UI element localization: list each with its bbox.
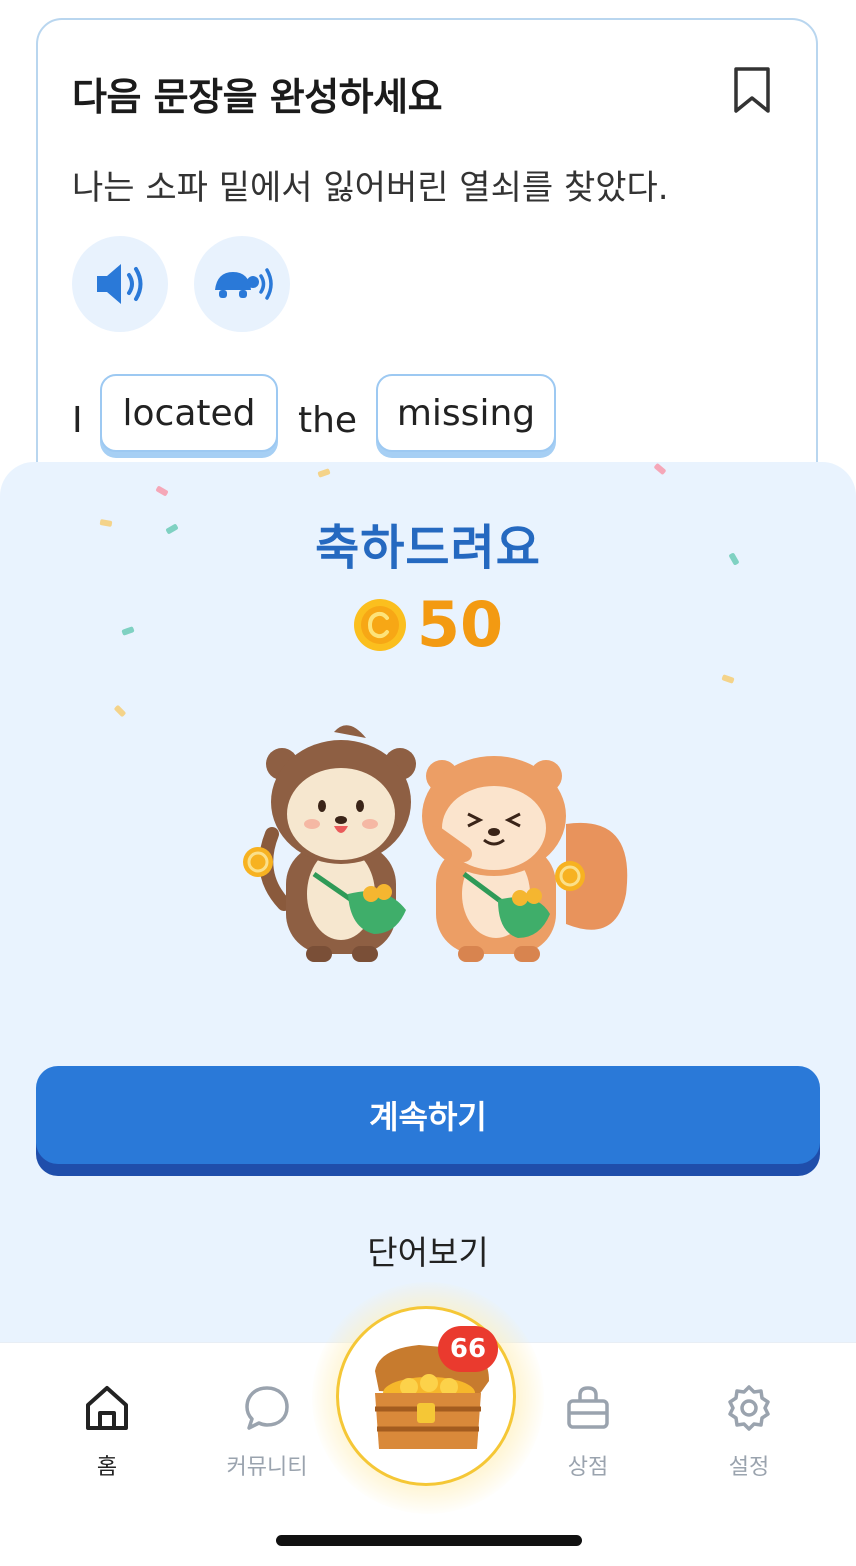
confetti: [721, 674, 735, 684]
nav-community[interactable]: 커뮤니티: [207, 1383, 327, 1481]
play-audio-button[interactable]: [72, 236, 168, 332]
congrats-title: 축하드려요: [315, 520, 541, 576]
turtle-speaker-icon: [215, 268, 273, 300]
word-chip[interactable]: missing: [376, 374, 556, 452]
reward-amount: 50: [416, 588, 504, 661]
question-card: 다음 문장을 완성하세요 나는 소파 밑에서 잃어버린 열쇠를 찾았다. I l…: [36, 18, 818, 538]
result-sheet: 축하드려요 50 계속하기 단어보기: [0, 462, 856, 1362]
chest-count-badge: 66: [438, 1326, 498, 1372]
nav-label: 상점: [567, 1455, 609, 1480]
mascot-characters-illustration: [243, 725, 628, 962]
nav-label: 커뮤니티: [226, 1455, 308, 1480]
bookmark-icon[interactable]: [732, 66, 772, 114]
speaker-icon: [97, 264, 143, 304]
play-slow-audio-button[interactable]: [194, 236, 290, 332]
nav-label: 설정: [728, 1455, 770, 1480]
confetti: [653, 462, 667, 476]
view-words-button[interactable]: 단어보기: [0, 1226, 856, 1274]
home-indicator: [276, 1535, 582, 1546]
confetti: [113, 704, 127, 718]
shopping-bag-icon: [567, 1386, 609, 1429]
nav-label: 홈: [96, 1455, 118, 1480]
confetti: [317, 468, 331, 478]
continue-button[interactable]: 계속하기: [36, 1066, 820, 1164]
gear-icon: [728, 1385, 770, 1431]
word-chip[interactable]: located: [100, 374, 278, 452]
answer-word: I: [72, 400, 83, 441]
answer-word: the: [298, 400, 358, 441]
reward-display: 50: [0, 588, 856, 661]
question-title: 다음 문장을 완성하세요: [72, 75, 443, 119]
question-sentence: 나는 소파 밑에서 잃어버린 열쇠를 찾았다.: [72, 168, 669, 208]
home-icon: [86, 1386, 128, 1430]
answer-sentence: I located the missing: [72, 374, 792, 464]
coin-icon: [353, 598, 406, 651]
nav-settings[interactable]: 설정: [689, 1383, 809, 1481]
nav-shop[interactable]: 상점: [528, 1383, 648, 1481]
chat-bubble-icon: [245, 1386, 289, 1430]
nav-home[interactable]: 홈: [47, 1383, 167, 1481]
confetti: [155, 485, 169, 497]
